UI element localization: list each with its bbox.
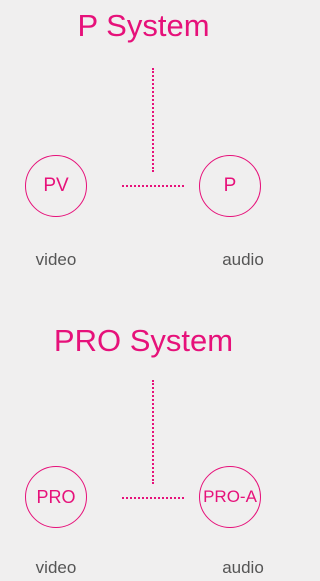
p-system-title: P System [77,8,210,43]
pro-system-horizontal-connector [122,497,184,499]
p-node-label: P [223,175,237,196]
p-system-horizontal-connector [122,185,184,187]
pro-a-node-caption: audio [222,558,264,577]
pro-system-vertical-connector [152,380,154,484]
pv-node-caption: video [35,250,77,269]
pv-node-label: PV [43,175,69,196]
pro-node: PRO [25,466,87,528]
p-system-vertical-connector [152,68,154,172]
pro-a-node-label: PRO-A [203,487,257,506]
pv-node: PV [25,155,87,217]
pro-a-node: PRO-A [199,466,261,528]
pro-node-caption: video [35,558,77,577]
p-node-caption: audio [222,250,264,269]
p-node: P [199,155,261,217]
pro-node-label: PRO [36,486,76,507]
pro-system-title: PRO System [53,323,234,358]
diagram-canvas: P System PV video P audio PRO System PRO… [0,0,287,581]
